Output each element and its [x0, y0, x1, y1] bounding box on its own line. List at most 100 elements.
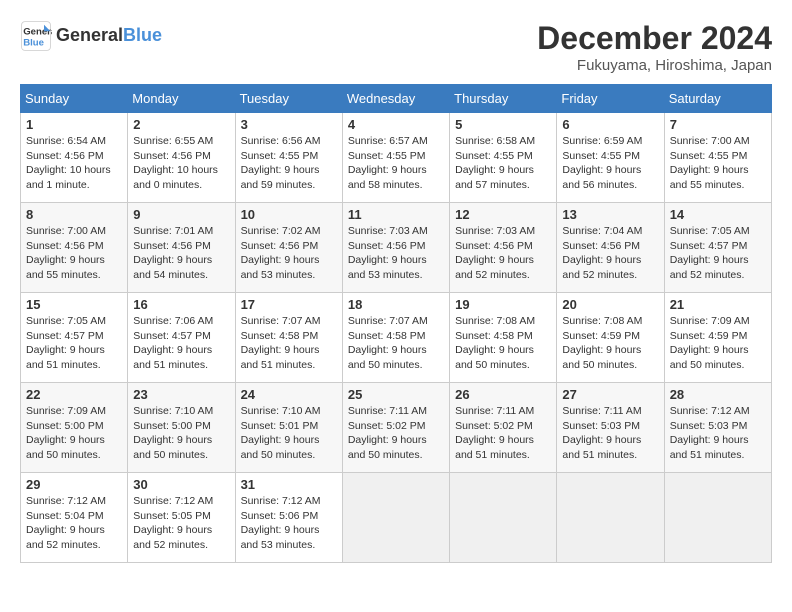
calendar-cell: 3 Sunrise: 6:56 AMSunset: 4:55 PMDaylight…	[235, 113, 342, 203]
calendar-cell: 11 Sunrise: 7:03 AMSunset: 4:56 PMDayligh…	[342, 203, 449, 293]
day-number: 22	[26, 387, 122, 402]
svg-text:Blue: Blue	[23, 38, 44, 49]
day-number: 20	[562, 297, 658, 312]
calendar-cell: 8Sunrise: 7:00 AMSunset: 4:56 PMDaylight…	[21, 203, 128, 293]
calendar-cell: 29 Sunrise: 7:12 AMSunset: 5:04 PMDayligh…	[21, 473, 128, 563]
day-number: 11	[348, 207, 444, 222]
day-info: Sunrise: 7:07 AMSunset: 4:58 PMDaylight:…	[241, 314, 337, 373]
day-info: Sunrise: 7:12 AMSunset: 5:04 PMDaylight:…	[26, 494, 122, 553]
calendar-cell: 20 Sunrise: 7:08 AMSunset: 4:59 PMDayligh…	[557, 293, 664, 383]
logo: General Blue GeneralBlue	[20, 20, 162, 52]
day-number: 7	[670, 117, 766, 132]
weekday-header-monday: Monday	[128, 85, 235, 113]
calendar-week-4: 22 Sunrise: 7:09 AMSunset: 5:00 PMDayligh…	[21, 383, 772, 473]
day-info: Sunrise: 7:03 AMSunset: 4:56 PMDaylight:…	[455, 224, 551, 283]
day-info: Sunrise: 7:08 AMSunset: 4:59 PMDaylight:…	[562, 314, 658, 373]
day-info: Sunrise: 7:05 AMSunset: 4:57 PMDaylight:…	[26, 314, 122, 373]
day-info: Sunrise: 6:55 AMSunset: 4:56 PMDaylight:…	[133, 134, 229, 193]
calendar-cell: 16 Sunrise: 7:06 AMSunset: 4:57 PMDayligh…	[128, 293, 235, 383]
calendar-cell: 6 Sunrise: 6:59 AMSunset: 4:55 PMDaylight…	[557, 113, 664, 203]
calendar-cell	[342, 473, 449, 563]
day-info: Sunrise: 7:05 AMSunset: 4:57 PMDaylight:…	[670, 224, 766, 283]
weekday-header-saturday: Saturday	[664, 85, 771, 113]
calendar-cell: 1 Sunrise: 6:54 AMSunset: 4:56 PMDaylight…	[21, 113, 128, 203]
day-number: 19	[455, 297, 551, 312]
day-number: 5	[455, 117, 551, 132]
day-info: Sunrise: 7:04 AMSunset: 4:56 PMDaylight:…	[562, 224, 658, 283]
calendar-cell: 10 Sunrise: 7:02 AMSunset: 4:56 PMDayligh…	[235, 203, 342, 293]
day-info: Sunrise: 7:09 AMSunset: 4:59 PMDaylight:…	[670, 314, 766, 373]
day-info: Sunrise: 7:10 AMSunset: 5:00 PMDaylight:…	[133, 404, 229, 463]
day-number: 18	[348, 297, 444, 312]
day-info: Sunrise: 7:00 AMSunset: 4:56 PMDaylight:…	[26, 224, 122, 283]
day-number: 16	[133, 297, 229, 312]
day-number: 2	[133, 117, 229, 132]
calendar-week-2: 8Sunrise: 7:00 AMSunset: 4:56 PMDaylight…	[21, 203, 772, 293]
day-number: 27	[562, 387, 658, 402]
day-number: 29	[26, 477, 122, 492]
calendar-cell: 15 Sunrise: 7:05 AMSunset: 4:57 PMDayligh…	[21, 293, 128, 383]
day-info: Sunrise: 7:12 AMSunset: 5:06 PMDaylight:…	[241, 494, 337, 553]
calendar-cell: 22 Sunrise: 7:09 AMSunset: 5:00 PMDayligh…	[21, 383, 128, 473]
weekday-header-thursday: Thursday	[450, 85, 557, 113]
day-info: Sunrise: 7:07 AMSunset: 4:58 PMDaylight:…	[348, 314, 444, 373]
calendar-body: 1 Sunrise: 6:54 AMSunset: 4:56 PMDaylight…	[21, 113, 772, 563]
day-number: 1	[26, 117, 122, 132]
day-info: Sunrise: 6:58 AMSunset: 4:55 PMDaylight:…	[455, 134, 551, 193]
day-info: Sunrise: 7:06 AMSunset: 4:57 PMDaylight:…	[133, 314, 229, 373]
day-info: Sunrise: 7:01 AMSunset: 4:56 PMDaylight:…	[133, 224, 229, 283]
day-number: 9	[133, 207, 229, 222]
calendar-cell: 4Sunrise: 6:57 AMSunset: 4:55 PMDaylight…	[342, 113, 449, 203]
day-number: 14	[670, 207, 766, 222]
month-title: December 2024	[537, 20, 772, 57]
day-info: Sunrise: 7:02 AMSunset: 4:56 PMDaylight:…	[241, 224, 337, 283]
calendar-cell	[664, 473, 771, 563]
calendar-week-1: 1 Sunrise: 6:54 AMSunset: 4:56 PMDaylight…	[21, 113, 772, 203]
day-number: 24	[241, 387, 337, 402]
day-info: Sunrise: 7:03 AMSunset: 4:56 PMDaylight:…	[348, 224, 444, 283]
day-info: Sunrise: 6:54 AMSunset: 4:56 PMDaylight:…	[26, 134, 122, 193]
calendar-header: SundayMondayTuesdayWednesdayThursdayFrid…	[21, 85, 772, 113]
calendar-cell: 21 Sunrise: 7:09 AMSunset: 4:59 PMDayligh…	[664, 293, 771, 383]
day-number: 15	[26, 297, 122, 312]
calendar-cell: 26Sunrise: 7:11 AMSunset: 5:02 PMDayligh…	[450, 383, 557, 473]
calendar-cell: 5 Sunrise: 6:58 AMSunset: 4:55 PMDaylight…	[450, 113, 557, 203]
location-title: Fukuyama, Hiroshima, Japan	[537, 57, 772, 74]
day-number: 4	[348, 117, 444, 132]
day-info: Sunrise: 6:59 AMSunset: 4:55 PMDaylight:…	[562, 134, 658, 193]
day-info: Sunrise: 7:09 AMSunset: 5:00 PMDaylight:…	[26, 404, 122, 463]
day-number: 28	[670, 387, 766, 402]
day-info: Sunrise: 7:10 AMSunset: 5:01 PMDaylight:…	[241, 404, 337, 463]
calendar-cell	[557, 473, 664, 563]
day-number: 17	[241, 297, 337, 312]
calendar-cell	[450, 473, 557, 563]
calendar-table: SundayMondayTuesdayWednesdayThursdayFrid…	[20, 84, 772, 563]
day-number: 6	[562, 117, 658, 132]
day-number: 30	[133, 477, 229, 492]
day-info: Sunrise: 7:11 AMSunset: 5:02 PMDaylight:…	[348, 404, 444, 463]
calendar-cell: 17 Sunrise: 7:07 AMSunset: 4:58 PMDayligh…	[235, 293, 342, 383]
day-number: 21	[670, 297, 766, 312]
day-number: 25	[348, 387, 444, 402]
day-info: Sunrise: 7:00 AMSunset: 4:55 PMDaylight:…	[670, 134, 766, 193]
calendar-cell: 7 Sunrise: 7:00 AMSunset: 4:55 PMDaylight…	[664, 113, 771, 203]
day-info: Sunrise: 7:12 AMSunset: 5:03 PMDaylight:…	[670, 404, 766, 463]
calendar-cell: 9 Sunrise: 7:01 AMSunset: 4:56 PMDaylight…	[128, 203, 235, 293]
day-info: Sunrise: 7:08 AMSunset: 4:58 PMDaylight:…	[455, 314, 551, 373]
weekday-header-friday: Friday	[557, 85, 664, 113]
day-number: 26	[455, 387, 551, 402]
calendar-cell: 19 Sunrise: 7:08 AMSunset: 4:58 PMDayligh…	[450, 293, 557, 383]
day-info: Sunrise: 6:56 AMSunset: 4:55 PMDaylight:…	[241, 134, 337, 193]
day-number: 12	[455, 207, 551, 222]
weekday-header-sunday: Sunday	[21, 85, 128, 113]
calendar-cell: 31Sunrise: 7:12 AMSunset: 5:06 PMDayligh…	[235, 473, 342, 563]
logo-icon: General Blue	[20, 20, 52, 52]
day-number: 10	[241, 207, 337, 222]
title-block: December 2024 Fukuyama, Hiroshima, Japan	[537, 20, 772, 74]
calendar-cell: 30Sunrise: 7:12 AMSunset: 5:05 PMDayligh…	[128, 473, 235, 563]
calendar-cell: 25 Sunrise: 7:11 AMSunset: 5:02 PMDayligh…	[342, 383, 449, 473]
day-number: 13	[562, 207, 658, 222]
day-number: 3	[241, 117, 337, 132]
calendar-cell: 27 Sunrise: 7:11 AMSunset: 5:03 PMDayligh…	[557, 383, 664, 473]
day-info: Sunrise: 7:11 AMSunset: 5:03 PMDaylight:…	[562, 404, 658, 463]
